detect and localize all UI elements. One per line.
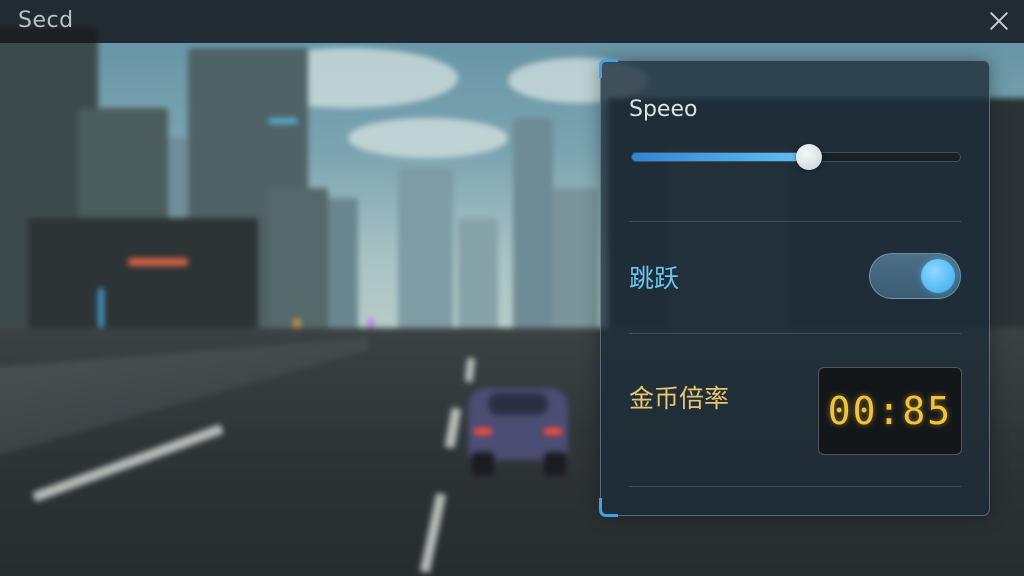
- divider: [629, 333, 961, 334]
- coin-multiplier-display: 00:85: [818, 367, 962, 455]
- jump-toggle-knob: [921, 259, 955, 293]
- jump-label: 跳跃: [629, 264, 680, 293]
- divider: [629, 221, 961, 222]
- divider: [629, 486, 961, 487]
- panel-corner-accent: [599, 59, 618, 78]
- top-bar: Secd: [0, 0, 1024, 43]
- jump-toggle[interactable]: [869, 253, 961, 299]
- panel-corner-accent: [599, 498, 618, 517]
- speed-slider-thumb[interactable]: [796, 144, 823, 170]
- speed-slider-fill: [632, 153, 810, 161]
- coin-multiplier-label: 金币倍率: [629, 384, 730, 413]
- speed-slider[interactable]: [631, 144, 961, 170]
- settings-panel: Speeo 跳跃 金币倍率 00:85: [599, 59, 990, 517]
- coin-multiplier-value: 00:85: [827, 389, 953, 433]
- speed-label: Speeo: [629, 97, 698, 122]
- window-title: Secd: [18, 8, 74, 33]
- close-icon[interactable]: [988, 10, 1010, 32]
